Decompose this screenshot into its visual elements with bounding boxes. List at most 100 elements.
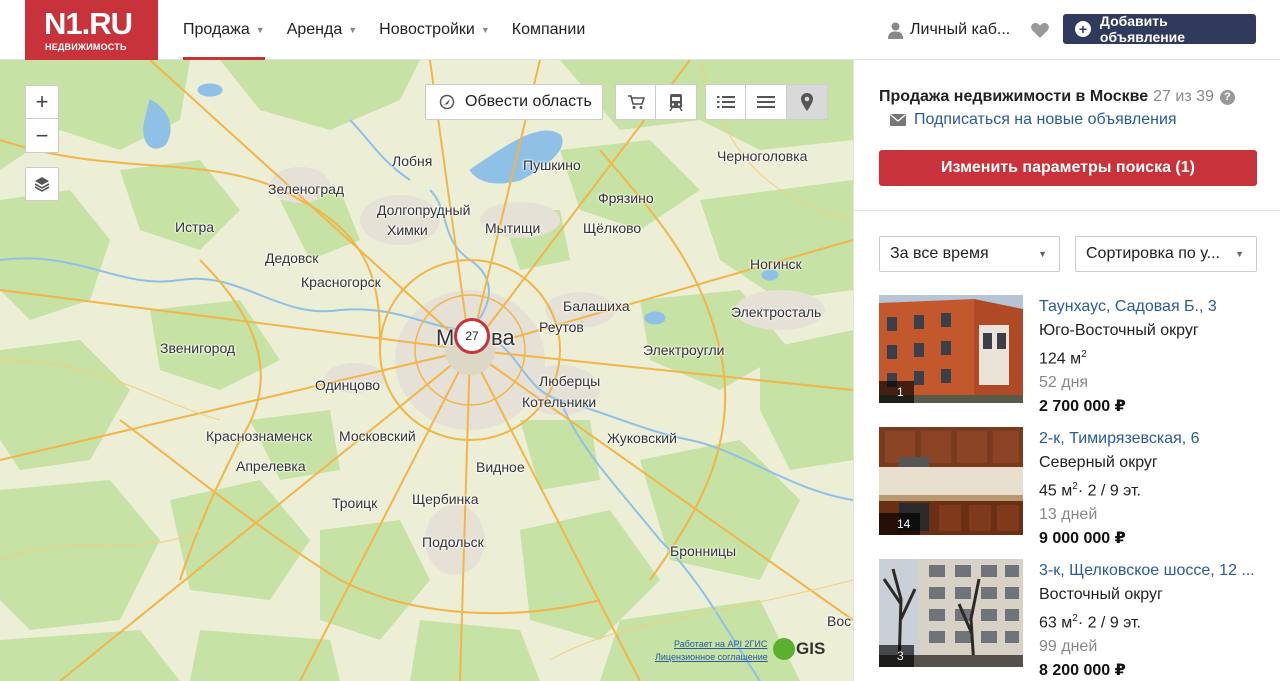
nav-sale-label: Продажа: [183, 21, 250, 38]
map-city-label: Черноголовка: [717, 148, 808, 164]
add-listing-button[interactable]: + Добавить объявление: [1063, 13, 1256, 45]
subscribe-label: Подписаться на новые объявления: [914, 111, 1177, 128]
listing-info: 3-к, Щелковское шоссе, 12 ... Восточный …: [1039, 559, 1257, 681]
listing-age: 99 дней: [1039, 638, 1098, 656]
map-city-label: Электроугли: [643, 342, 725, 358]
layers-button[interactable]: [25, 167, 59, 201]
map-city-label: Мытищи: [485, 220, 541, 236]
listing-title-link[interactable]: 3-к, Щелковское шоссе, 12 ...: [1039, 559, 1257, 583]
listing-floor: · 2 / 9 эт.: [1077, 614, 1141, 632]
sort-select[interactable]: Сортировка по у... ▼: [1075, 236, 1257, 272]
listing-title-link[interactable]: Таунхаус, Садовая Б., 3: [1039, 295, 1257, 319]
map-city-label: Вос: [827, 613, 852, 629]
listing-area-value: 45 м: [1039, 482, 1073, 500]
listing-area: 45 м2· 2 / 9 эт.: [1039, 475, 1257, 503]
listing-item[interactable]: 1 Таунхаус, Садовая Б., 3 Юго-Восточный …: [879, 295, 1257, 415]
2gis-logo[interactable]: GIS: [773, 638, 825, 660]
map-city-label: Люберцы: [539, 373, 601, 389]
map-city-label: Жуковский: [607, 430, 677, 446]
cabinet-label: Личный каб...: [910, 21, 1011, 38]
transport-toggle[interactable]: [656, 84, 697, 120]
listing-area: 124 м2: [1039, 343, 1257, 371]
listing-area: 63 м2· 2 / 9 эт.: [1039, 607, 1257, 635]
nav-rent-label: Аренда: [286, 21, 343, 38]
map-city-label: Щёлково: [583, 220, 642, 236]
map-city-label: Бронницы: [670, 543, 737, 559]
map-view-button[interactable]: [787, 84, 828, 120]
results-count: 27 из 39: [1153, 88, 1214, 105]
nav-sale[interactable]: Продажа ▼: [183, 0, 265, 60]
add-listing-label: Добавить объявление: [1099, 13, 1186, 45]
period-select-value: За все время: [890, 245, 989, 262]
period-select[interactable]: За все время ▼: [879, 236, 1060, 272]
license-link[interactable]: Лицензионное соглашение: [655, 651, 768, 664]
api-credit-link[interactable]: Работает на API 2ГИС: [655, 638, 768, 651]
user-icon: [888, 22, 903, 39]
listing-item[interactable]: 3 3-к, Щелковское шоссе, 12 ... Восточны…: [879, 559, 1257, 679]
map-city-label: Московский: [339, 428, 416, 444]
listing-title-link[interactable]: 2-к, Тимирязевская, 6: [1039, 427, 1257, 451]
shopping-cart-toggle[interactable]: [615, 84, 656, 120]
2gis-logo-icon: [773, 638, 795, 660]
map-pin-icon: [801, 93, 813, 111]
map-city-label: Красногорск: [301, 274, 381, 290]
draw-area-label: Обвести область: [465, 93, 592, 110]
listing-area-value: 124 м: [1039, 350, 1082, 368]
photo-count: 1: [879, 381, 914, 403]
listing-region: Северный округ: [1039, 454, 1158, 471]
map-city-label: Краснознаменск: [206, 428, 313, 444]
main-nav: Продажа ▼ Аренда ▼ Новостройки ▼ Компани…: [183, 0, 607, 60]
listing-area-unit-sup: 2: [1081, 349, 1087, 360]
map-city-label: Подольск: [422, 534, 484, 550]
header: N1.RU НЕДВИЖИМОСТЬ Продажа ▼ Аренда ▼ Но…: [0, 0, 1280, 60]
map-city-label: Троицк: [332, 495, 378, 511]
map-city-label: Долгопрудный: [377, 202, 471, 218]
listing-age: 13 дней: [1039, 506, 1098, 524]
zoom-out-button[interactable]: −: [25, 119, 59, 153]
map-city-label: Лобня: [392, 153, 433, 169]
2gis-logo-text: GIS: [796, 639, 826, 658]
listing-photo[interactable]: 1: [879, 295, 1023, 403]
listing-photo[interactable]: 3: [879, 559, 1023, 667]
listing-info: 2-к, Тимирязевская, 6 Северный округ 45 …: [1039, 427, 1257, 551]
list-view-button[interactable]: [705, 84, 746, 120]
listing-price: 2 700 000 ₽: [1039, 398, 1126, 416]
map-city-label: Пушкино: [523, 157, 581, 173]
nav-rent[interactable]: Аренда ▼: [287, 0, 357, 60]
map-cluster-marker[interactable]: 27: [454, 318, 490, 354]
change-search-label: Изменить параметры поиска (1): [941, 159, 1195, 176]
metro-icon: [669, 94, 683, 111]
draw-area-button[interactable]: Обвести область: [425, 84, 603, 120]
compact-list-view-button[interactable]: [746, 84, 787, 120]
change-search-button[interactable]: Изменить параметры поиска (1): [879, 150, 1257, 186]
n1-logo[interactable]: N1.RU НЕДВИЖИМОСТЬ: [25, 0, 158, 60]
nav-companies[interactable]: Компании: [512, 0, 586, 60]
zoom-in-button[interactable]: +: [25, 85, 59, 119]
personal-cabinet-link[interactable]: Личный каб...: [888, 0, 1010, 60]
map[interactable]: Лобня Пушкино Черноголовка Зеленоград Фр…: [0, 60, 853, 681]
chevron-down-icon: ▼: [1038, 249, 1047, 259]
shopping-cart-icon: [627, 95, 645, 109]
nav-new-buildings[interactable]: Новостройки ▼: [379, 0, 490, 60]
layers-icon: [34, 177, 50, 192]
subscribe-link[interactable]: Подписаться на новые объявления: [890, 111, 1177, 129]
logo-subtext: НЕДВИЖИМОСТЬ: [45, 42, 127, 52]
heart-icon[interactable]: [1030, 20, 1050, 40]
nav-companies-label: Компании: [511, 21, 586, 38]
listing-photo[interactable]: 14: [879, 427, 1023, 535]
listing-info: Таунхаус, Садовая Б., 3 Юго-Восточный ок…: [1039, 295, 1257, 419]
listing-region: Юго-Восточный округ: [1039, 322, 1199, 339]
listing-item[interactable]: 14 2-к, Тимирязевская, 6 Северный округ …: [879, 427, 1257, 547]
map-city-label: Электросталь: [731, 304, 822, 320]
map-city-label: Реутов: [539, 319, 584, 335]
nav-new-buildings-label: Новостройки: [379, 21, 475, 38]
chevron-down-icon: ▼: [1235, 249, 1244, 259]
plus-icon: +: [1075, 21, 1091, 37]
results-panel: Продажа недвижимости в Москве 27 из 39? П…: [853, 60, 1280, 681]
map-credits: Работает на API 2ГИС Лицензионное соглаш…: [655, 638, 768, 664]
help-icon[interactable]: ?: [1219, 90, 1235, 105]
map-city-label: Апрелевка: [236, 458, 306, 474]
map-city-label: Ногинск: [750, 256, 802, 272]
map-city-label: Дедовск: [265, 250, 319, 266]
logo-text: N1.RU: [44, 6, 133, 41]
